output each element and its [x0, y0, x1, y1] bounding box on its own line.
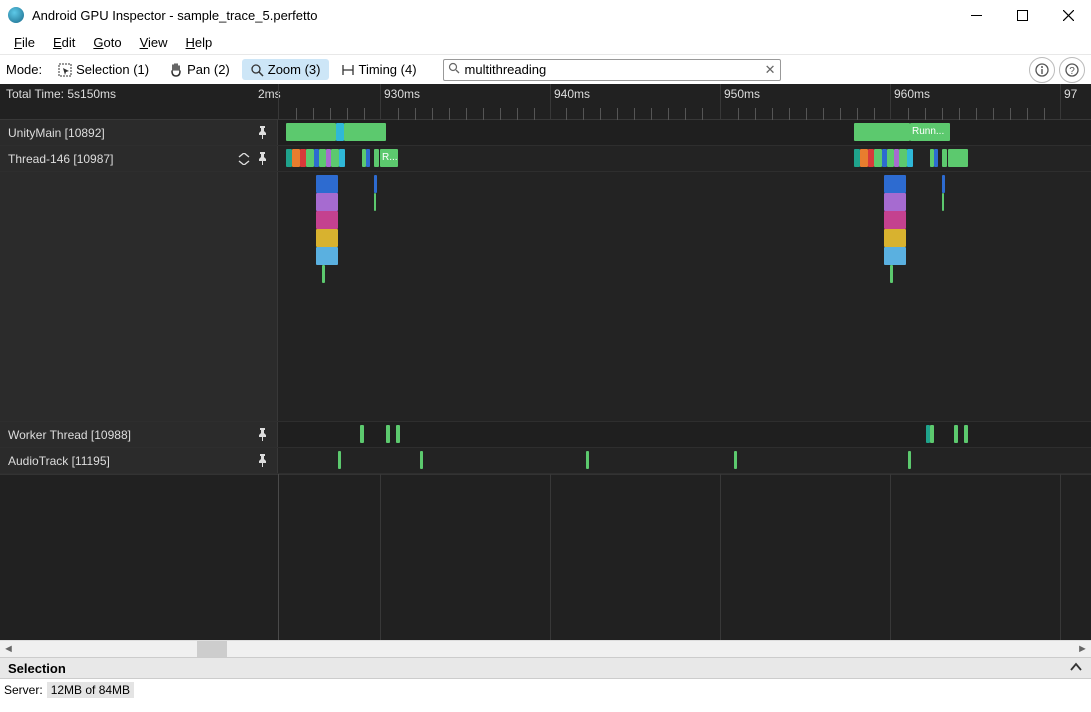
timing-icon — [341, 63, 355, 77]
scroll-right-button[interactable]: ► — [1074, 643, 1091, 655]
clear-search-icon[interactable]: ✕ — [765, 62, 776, 78]
track-label-stack-spacer — [0, 172, 278, 421]
selection-label: Selection (1) — [76, 62, 149, 77]
close-button[interactable] — [1045, 0, 1091, 30]
mode-timing[interactable]: Timing (4) — [333, 59, 425, 80]
pin-icon[interactable] — [255, 126, 269, 140]
menu-file[interactable]: File — [6, 33, 43, 52]
scrollbar-thumb[interactable] — [197, 641, 227, 657]
svg-text:?: ? — [1069, 66, 1075, 77]
server-label: Server: — [4, 683, 43, 697]
selection-icon — [58, 63, 72, 77]
track-audio-track[interactable]: AudioTrack [11195] — [0, 448, 1091, 474]
track-worker-thread[interactable]: Worker Thread [10988] — [0, 422, 1091, 448]
track-content-thread-146-stack[interactable] — [278, 172, 1091, 421]
statusbar: Server: 12MB of 84MB — [0, 679, 1091, 701]
zoom-label: Zoom (3) — [268, 62, 321, 77]
pin-icon[interactable] — [255, 152, 269, 166]
track-label-worker[interactable]: Worker Thread [10988] — [0, 422, 278, 447]
scroll-left-button[interactable]: ◄ — [0, 643, 17, 655]
timeline-empty-area[interactable] — [0, 474, 1091, 640]
menubar: File Edit Goto View Help — [0, 30, 1091, 54]
track-thread-146-stack[interactable] — [0, 172, 1091, 422]
collapse-icon[interactable] — [237, 152, 251, 166]
track-content-audio[interactable] — [278, 448, 1091, 473]
expand-selection-icon[interactable] — [1069, 660, 1083, 677]
pan-label: Pan (2) — [187, 62, 230, 77]
app-icon — [8, 7, 24, 23]
horizontal-scrollbar[interactable]: ◄ ► — [0, 640, 1091, 657]
track-content-worker[interactable] — [278, 422, 1091, 447]
pin-icon[interactable] — [255, 454, 269, 468]
track-unity-main[interactable]: UnityMain [10892] Runn... — [0, 120, 1091, 146]
timing-label: Timing (4) — [359, 62, 417, 77]
timeline-canvas[interactable]: Total Time: 5s150ms 2ms930ms940ms950ms96… — [0, 84, 1091, 640]
pin-icon[interactable] — [255, 428, 269, 442]
selection-panel-title: Selection — [8, 661, 66, 676]
menu-help[interactable]: Help — [178, 33, 221, 52]
track-content-unity-main[interactable]: Runn... — [278, 120, 1091, 145]
track-thread-146[interactable]: Thread-146 [10987] R... — [0, 146, 1091, 172]
menu-goto[interactable]: Goto — [85, 33, 129, 52]
pan-icon — [169, 63, 183, 77]
menu-edit[interactable]: Edit — [45, 33, 83, 52]
search-input[interactable] — [461, 62, 765, 77]
mode-label: Mode: — [6, 62, 46, 77]
track-label-unity-main[interactable]: UnityMain [10892] — [0, 120, 278, 145]
scrollbar-track[interactable] — [17, 641, 1074, 657]
window-title: Android GPU Inspector - sample_trace_5.p… — [32, 8, 317, 23]
mode-zoom[interactable]: Zoom (3) — [242, 59, 329, 80]
search-box[interactable]: ✕ — [443, 59, 781, 81]
timeline-ruler[interactable]: Total Time: 5s150ms 2ms930ms940ms950ms96… — [0, 84, 1091, 120]
titlebar: Android GPU Inspector - sample_trace_5.p… — [0, 0, 1091, 30]
track-content-thread-146[interactable]: R... — [278, 146, 1091, 171]
minimize-button[interactable] — [953, 0, 999, 30]
mode-selection[interactable]: Selection (1) — [50, 59, 157, 80]
toolbar: Mode: Selection (1) Pan (2) Zoom (3) Tim… — [0, 54, 1091, 84]
memory-usage: 12MB of 84MB — [47, 682, 134, 698]
mode-pan[interactable]: Pan (2) — [161, 59, 238, 80]
track-label-audio[interactable]: AudioTrack [11195] — [0, 448, 278, 473]
selection-panel-header[interactable]: Selection — [0, 657, 1091, 679]
search-icon — [448, 62, 461, 78]
maximize-button[interactable] — [999, 0, 1045, 30]
menu-view[interactable]: View — [132, 33, 176, 52]
track-label-thread-146[interactable]: Thread-146 [10987] — [0, 146, 278, 171]
info-button[interactable] — [1029, 57, 1055, 83]
help-button[interactable]: ? — [1059, 57, 1085, 83]
zoom-icon — [250, 63, 264, 77]
